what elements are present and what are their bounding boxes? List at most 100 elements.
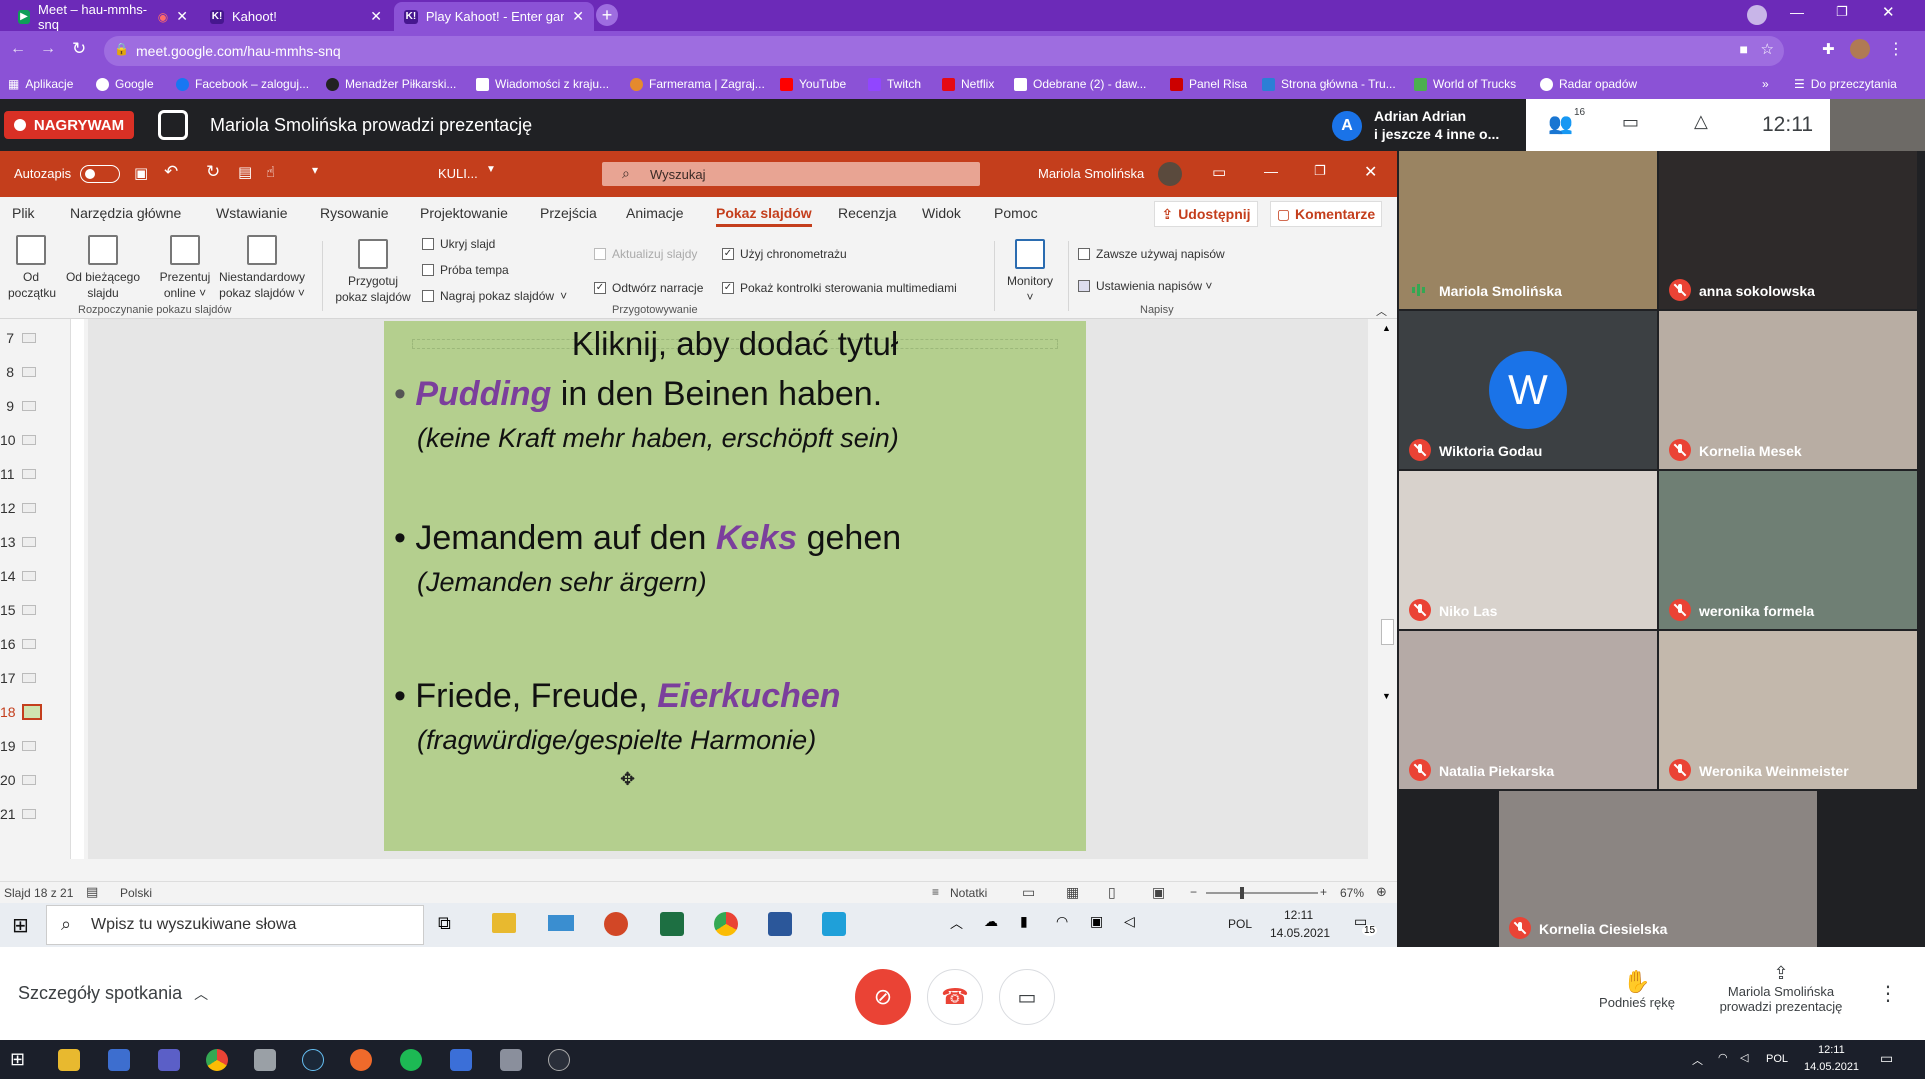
- microphone-icon[interactable]: ▮: [1020, 913, 1028, 930]
- slide-thumbnail[interactable]: 9: [0, 391, 80, 421]
- bookmark-netflix[interactable]: Netflix: [942, 77, 994, 91]
- avatar[interactable]: [1850, 39, 1870, 59]
- tab-draw[interactable]: Rysowanie: [320, 205, 388, 221]
- bullet-1-explanation[interactable]: (keine Kraft mehr haben, erschöpft sein): [417, 423, 899, 454]
- leave-call-button[interactable]: ☎: [927, 969, 983, 1025]
- tab-slide-show[interactable]: Pokaz slajdów: [716, 205, 812, 227]
- slide-thumbnail[interactable]: 16: [0, 629, 80, 659]
- profile-icon[interactable]: [1747, 5, 1767, 25]
- language-label[interactable]: Polski: [120, 886, 152, 900]
- more-options-icon[interactable]: ⋮: [1878, 981, 1898, 1006]
- teams-icon[interactable]: [158, 1049, 180, 1071]
- bookmark-facebook[interactable]: Facebook – zaloguj...: [176, 77, 309, 91]
- chrome-icon[interactable]: [206, 1049, 228, 1071]
- from-current-button[interactable]: Od bieżącego slajdu: [60, 235, 146, 301]
- bookmark-risa[interactable]: Panel Risa: [1170, 77, 1247, 91]
- volume-icon[interactable]: ◁: [1124, 913, 1135, 930]
- forward-icon[interactable]: →: [40, 40, 56, 58]
- self-view-thumbnail[interactable]: [1830, 99, 1925, 151]
- file-explorer-icon[interactable]: [58, 1049, 80, 1071]
- notifications-icon[interactable]: ▭: [1880, 1050, 1893, 1067]
- zoom-slider[interactable]: [1206, 887, 1318, 899]
- slide-thumbnail[interactable]: 14: [0, 561, 80, 591]
- update-slides-checkbox[interactable]: Aktualizuj slajdy: [594, 247, 697, 261]
- volume-icon[interactable]: ◁: [1740, 1051, 1748, 1064]
- app-icon[interactable]: [254, 1049, 276, 1071]
- tab-insert[interactable]: Wstawianie: [216, 205, 288, 221]
- tab-file[interactable]: Plik: [12, 205, 35, 221]
- bookmark-radar[interactable]: Radar opadów: [1540, 77, 1637, 91]
- reading-list[interactable]: ☰ Do przeczytania: [1794, 77, 1897, 91]
- app-icon[interactable]: [822, 912, 846, 936]
- autosave-toggle[interactable]: [80, 165, 120, 183]
- language-indicator[interactable]: POL: [1766, 1053, 1788, 1065]
- scroll-thumb[interactable]: [1381, 619, 1394, 645]
- windows-start-icon[interactable]: ⊞: [12, 913, 29, 938]
- hide-slide-button[interactable]: Ukryj slajd: [422, 237, 495, 251]
- slide-thumbnail[interactable]: 13: [0, 527, 80, 557]
- minimize-icon[interactable]: —: [1790, 4, 1804, 20]
- play-narrations-checkbox[interactable]: ✓ Odtwórz narracje: [594, 281, 703, 295]
- monitors-button[interactable]: Monitory ˅: [1000, 239, 1060, 305]
- participant-tile[interactable]: Weronika Weinmeister: [1659, 631, 1917, 789]
- zoom-in-icon[interactable]: +: [1320, 885, 1327, 899]
- zoom-level[interactable]: 67%: [1340, 886, 1364, 900]
- participant-tile[interactable]: Niko Las: [1399, 471, 1657, 629]
- slide-thumbnail-selected[interactable]: 18: [0, 697, 80, 727]
- close-tab-icon[interactable]: ✕: [370, 8, 382, 25]
- use-timings-checkbox[interactable]: ✓ Użyj chronometrażu: [722, 247, 847, 261]
- present-icon[interactable]: ▤: [238, 163, 252, 181]
- scroll-up-icon[interactable]: ▲: [1382, 323, 1391, 333]
- taskbar-search-input[interactable]: ⌕ Wpisz tu wyszukiwane słowa: [46, 905, 424, 945]
- url-input[interactable]: 🔒 meet.google.com/hau-mmhs-snq ■ ☆: [104, 36, 1784, 66]
- new-tab-button[interactable]: +: [596, 4, 618, 26]
- slide-thumbnail[interactable]: 20: [0, 765, 80, 795]
- steam-icon[interactable]: [302, 1049, 324, 1071]
- slide[interactable]: Kliknij, aby dodać tytuł • Pudding in de…: [384, 321, 1086, 851]
- tray-chevron-icon[interactable]: ︿: [950, 913, 963, 932]
- close-tab-icon[interactable]: ✕: [176, 8, 188, 25]
- raise-hand-button[interactable]: ✋ Podnieś rękę: [1592, 969, 1682, 1010]
- mic-toggle-button[interactable]: ⊘: [855, 969, 911, 1025]
- participant-tile[interactable]: anna sokolowska: [1659, 151, 1917, 309]
- app-icon[interactable]: [500, 1049, 522, 1071]
- origin-icon[interactable]: [350, 1049, 372, 1071]
- camera-toggle-button[interactable]: ▭: [999, 969, 1055, 1025]
- spotify-icon[interactable]: [400, 1049, 422, 1071]
- bookmark-apps[interactable]: ▦ Aplikacje: [8, 77, 73, 91]
- collapse-ribbon-icon[interactable]: ︿: [1376, 303, 1387, 319]
- meeting-details-button[interactable]: Szczegóły spotkania ︿: [18, 983, 208, 1004]
- slideshow-view-icon[interactable]: ▣: [1152, 884, 1165, 901]
- tab-kahoot[interactable]: K! Kahoot! ✕: [200, 2, 392, 31]
- always-captions-checkbox[interactable]: Zawsze używaj napisów: [1078, 247, 1225, 261]
- tab-home[interactable]: Narzędzia główne: [70, 205, 181, 221]
- menu-icon[interactable]: ⋮: [1888, 39, 1904, 59]
- scroll-down-icon[interactable]: ▼: [1382, 691, 1391, 701]
- tab-meet[interactable]: ▶ Meet – hau-mmhs-snq ◉ ✕: [8, 2, 198, 32]
- bookmarks-overflow[interactable]: »: [1762, 77, 1769, 91]
- avatar[interactable]: [1158, 162, 1182, 186]
- custom-show-button[interactable]: Niestandardowy pokaz slajdów ˅: [212, 235, 312, 301]
- bullet-2-explanation[interactable]: (Jemanden sehr ärgern): [417, 567, 707, 598]
- participant-tile[interactable]: weronika formela: [1659, 471, 1917, 629]
- tab-view[interactable]: Widok: [922, 205, 961, 221]
- reading-view-icon[interactable]: ▯: [1108, 884, 1116, 901]
- zoom-out-icon[interactable]: −: [1190, 885, 1197, 899]
- cloud-icon[interactable]: ☁: [984, 913, 998, 930]
- camera-icon[interactable]: ■: [1740, 41, 1748, 57]
- wifi-icon[interactable]: ◠: [1718, 1051, 1728, 1064]
- touch-mode-icon[interactable]: ☝: [266, 163, 275, 181]
- share-button[interactable]: ⇪ Udostępnij: [1154, 201, 1258, 227]
- notes-button[interactable]: Notatki: [950, 886, 987, 900]
- close-tab-icon[interactable]: ✕: [572, 8, 584, 25]
- media-controls-checkbox[interactable]: ✓ Pokaż kontrolki sterowania multimediami: [722, 281, 957, 295]
- comments-button[interactable]: ▢ Komentarze: [1270, 201, 1382, 227]
- bookmark-news[interactable]: Wiadomości z kraju...: [476, 77, 609, 91]
- chat-icon[interactable]: ▭: [1622, 112, 1639, 133]
- undo-icon[interactable]: ↶: [164, 162, 178, 182]
- back-icon[interactable]: ←: [10, 40, 26, 58]
- participant-tile[interactable]: Kornelia Mesek: [1659, 311, 1917, 469]
- bullet-1[interactable]: • Pudding in den Beinen haben.: [394, 375, 882, 414]
- customize-qat-icon[interactable]: ▾: [312, 163, 318, 177]
- ppt-search-input[interactable]: ⌕ Wyszukaj: [602, 162, 980, 186]
